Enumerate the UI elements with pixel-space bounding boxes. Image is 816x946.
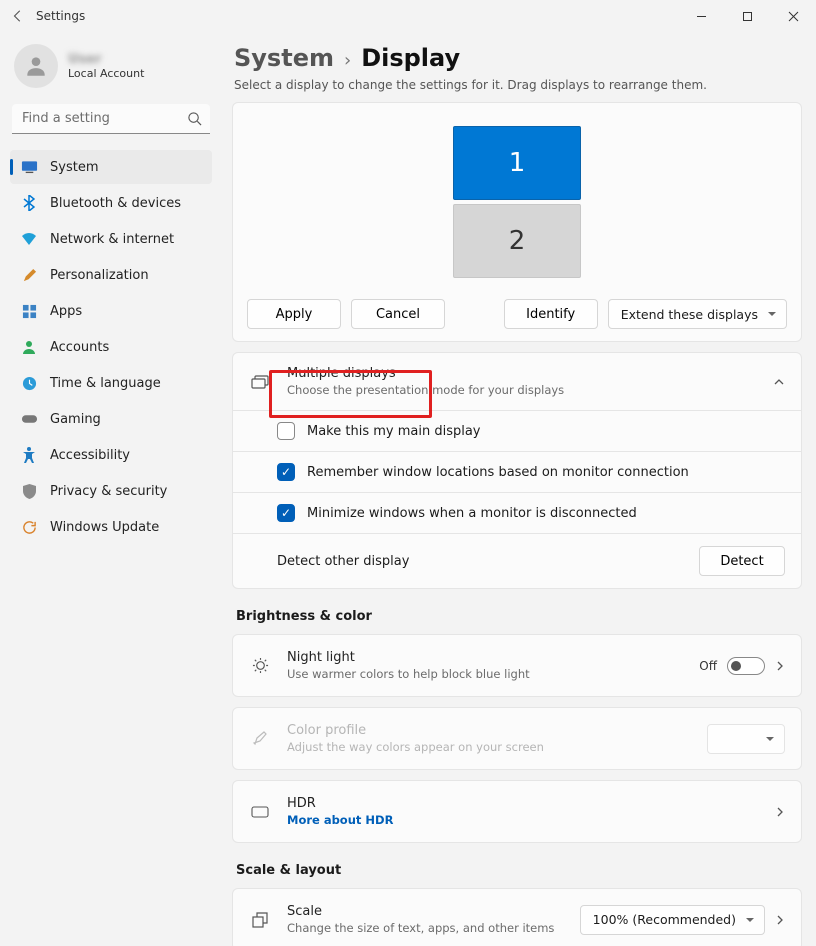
nav-apps[interactable]: Apps bbox=[10, 294, 212, 328]
section-brightness-color: Brightness & color bbox=[236, 609, 802, 624]
privacy-icon bbox=[20, 482, 38, 500]
nav-privacy[interactable]: Privacy & security bbox=[10, 474, 212, 508]
make-main-display-row[interactable]: Make this my main display bbox=[233, 410, 801, 451]
minimize-on-disconnect-row[interactable]: Minimize windows when a monitor is disco… bbox=[233, 492, 801, 533]
minimize-button[interactable] bbox=[678, 0, 724, 32]
breadcrumb-parent[interactable]: System bbox=[234, 44, 334, 72]
nav-gaming[interactable]: Gaming bbox=[10, 402, 212, 436]
nav-accounts[interactable]: Accounts bbox=[10, 330, 212, 364]
page-subtitle: Select a display to change the settings … bbox=[234, 78, 802, 92]
identify-button[interactable]: Identify bbox=[504, 299, 598, 329]
gaming-icon bbox=[20, 410, 38, 428]
network-icon bbox=[20, 230, 38, 248]
nav-accessibility[interactable]: Accessibility bbox=[10, 438, 212, 472]
nav-update[interactable]: Windows Update bbox=[10, 510, 212, 544]
chevron-right-icon bbox=[775, 660, 785, 672]
apply-button[interactable]: Apply bbox=[247, 299, 341, 329]
window-title: Settings bbox=[36, 9, 85, 23]
accounts-icon bbox=[20, 338, 38, 356]
apps-icon bbox=[20, 302, 38, 320]
monitor-2[interactable]: 2 bbox=[453, 204, 581, 278]
night-light-state: Off bbox=[699, 659, 717, 673]
titlebar: Settings bbox=[0, 0, 816, 32]
nav-time[interactable]: Time & language bbox=[10, 366, 212, 400]
hdr-link[interactable]: More about HDR bbox=[287, 813, 393, 829]
scale-card[interactable]: Scale Change the size of text, apps, and… bbox=[232, 888, 802, 946]
search-icon bbox=[187, 111, 202, 126]
multiple-displays-header[interactable]: Multiple displays Choose the presentatio… bbox=[233, 353, 801, 410]
nav-system[interactable]: System bbox=[10, 150, 212, 184]
minimize-on-disconnect-checkbox[interactable] bbox=[277, 504, 295, 522]
user-name: User bbox=[68, 52, 144, 68]
search-input[interactable] bbox=[12, 104, 210, 134]
user-row[interactable]: User Local Account bbox=[10, 38, 212, 98]
avatar bbox=[14, 44, 58, 88]
multiple-displays-icon bbox=[249, 375, 271, 389]
maximize-button[interactable] bbox=[724, 0, 770, 32]
night-light-icon bbox=[249, 657, 271, 674]
system-icon bbox=[20, 158, 38, 176]
personalization-icon bbox=[20, 266, 38, 284]
detect-display-row: Detect other display Detect bbox=[233, 533, 801, 588]
hdr-card[interactable]: HDR More about HDR bbox=[232, 780, 802, 843]
chevron-right-icon bbox=[775, 806, 785, 818]
section-scale-layout: Scale & layout bbox=[236, 863, 802, 878]
hdr-icon bbox=[249, 806, 271, 818]
display-arrangement: 1 2 Apply Cancel Identify Extend these d… bbox=[232, 102, 802, 342]
color-profile-icon bbox=[249, 731, 271, 747]
color-profile-dropdown bbox=[707, 724, 785, 754]
color-profile-card: Color profile Adjust the way colors appe… bbox=[232, 707, 802, 770]
multiple-displays-card: Multiple displays Choose the presentatio… bbox=[232, 352, 802, 589]
accessibility-icon bbox=[20, 446, 38, 464]
chevron-right-icon bbox=[775, 914, 785, 926]
back-button[interactable] bbox=[0, 9, 36, 23]
projection-mode-dropdown[interactable]: Extend these displays bbox=[608, 299, 787, 329]
scale-icon bbox=[249, 912, 271, 928]
nav-network[interactable]: Network & internet bbox=[10, 222, 212, 256]
monitor-1[interactable]: 1 bbox=[453, 126, 581, 200]
bluetooth-icon bbox=[20, 194, 38, 212]
breadcrumb: System › Display bbox=[234, 44, 802, 72]
nav-personalization[interactable]: Personalization bbox=[10, 258, 212, 292]
close-button[interactable] bbox=[770, 0, 816, 32]
scale-dropdown[interactable]: 100% (Recommended) bbox=[580, 905, 765, 935]
night-light-toggle[interactable] bbox=[727, 657, 765, 675]
chevron-up-icon bbox=[773, 376, 785, 388]
cancel-button[interactable]: Cancel bbox=[351, 299, 445, 329]
nav-bluetooth[interactable]: Bluetooth & devices bbox=[10, 186, 212, 220]
make-main-display-checkbox[interactable] bbox=[277, 422, 295, 440]
main-content: System › Display Select a display to cha… bbox=[222, 32, 816, 946]
remember-locations-checkbox[interactable] bbox=[277, 463, 295, 481]
sidebar: User Local Account System Bluetooth & de… bbox=[0, 32, 222, 946]
breadcrumb-separator: › bbox=[344, 50, 351, 71]
window-controls bbox=[678, 0, 816, 32]
user-type: Local Account bbox=[68, 67, 144, 80]
detect-button[interactable]: Detect bbox=[699, 546, 785, 576]
update-icon bbox=[20, 518, 38, 536]
time-icon bbox=[20, 374, 38, 392]
night-light-card[interactable]: Night light Use warmer colors to help bl… bbox=[232, 634, 802, 697]
breadcrumb-current: Display bbox=[361, 44, 460, 72]
remember-locations-row[interactable]: Remember window locations based on monit… bbox=[233, 451, 801, 492]
